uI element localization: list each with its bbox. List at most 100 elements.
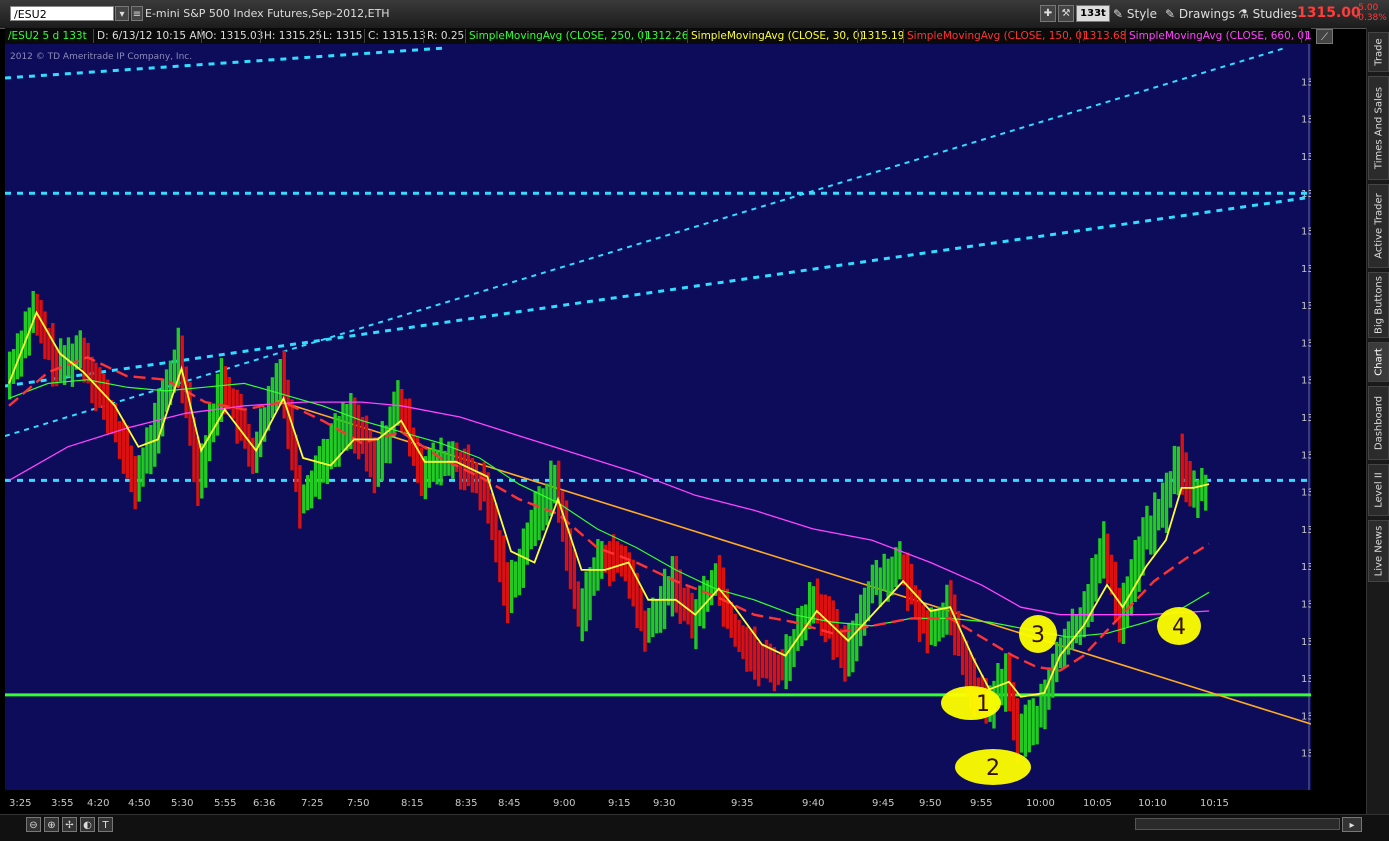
- bar-high: H: 1315.25: [260, 29, 322, 43]
- text-tool-icon[interactable]: T: [98, 817, 113, 832]
- style-icon: ✎: [1113, 7, 1127, 21]
- price-tick-label: 1321: [1301, 264, 1311, 275]
- price-tick-label: 1318: [1301, 376, 1311, 387]
- studies-menu[interactable]: ⚗ Studies: [1238, 5, 1297, 23]
- right-sidebar: Trade Times And Sales Active Trader Big …: [1366, 28, 1389, 840]
- time-tick-label: 9:45: [872, 798, 894, 809]
- time-tick-label: 5:30: [171, 798, 193, 809]
- study-label-sma660[interactable]: SimpleMovingAvg (CLOSE, 660, 0): [1125, 29, 1308, 43]
- study-value-sma30: 1315.19: [857, 29, 904, 43]
- annotation-label: 1: [976, 692, 990, 717]
- bottom-toolbar: ⊖ ⊕ ✢ ◐ T ▸: [0, 814, 1389, 841]
- annotation-label: 3: [1031, 623, 1045, 648]
- tab-times-and-sales[interactable]: Times And Sales: [1368, 76, 1389, 180]
- copyright-notice: 2012 © TD Ameritrade IP Company, Inc.: [10, 52, 193, 62]
- time-tick-label: 10:00: [1026, 798, 1055, 809]
- time-tick-label: 10:15: [1200, 798, 1229, 809]
- tab-big-buttons[interactable]: Big Buttons: [1368, 272, 1389, 338]
- style-menu[interactable]: ✎ Style: [1113, 5, 1157, 23]
- time-tick-label: 8:15: [401, 798, 423, 809]
- time-tick-label: 9:00: [553, 798, 575, 809]
- symbol-dropdown-button[interactable]: ▾: [115, 6, 129, 21]
- title-bar: /ESU2 ▾ ≡ E-mini S&P 500 Index Futures,S…: [0, 0, 1389, 29]
- chart-settings-icon[interactable]: ⟋: [1316, 29, 1333, 44]
- time-tick-label: 9:35: [731, 798, 753, 809]
- price-tick-label: 1316: [1301, 450, 1311, 461]
- studies-icon: ⚗: [1238, 7, 1253, 21]
- time-tick-label: 9:15: [608, 798, 630, 809]
- price-tick-label: 1308: [1301, 749, 1311, 760]
- bar-low: L: 1315: [319, 29, 364, 43]
- chart-plot-area: [5, 44, 1311, 790]
- study-value-sma150: 1313.68: [1079, 29, 1126, 43]
- drawing-tool-icon[interactable]: ◐: [80, 817, 95, 832]
- tab-active-trader[interactable]: Active Trader: [1368, 184, 1389, 268]
- time-tick-label: 8:35: [455, 798, 477, 809]
- price-tick-label: 1315: [1301, 488, 1311, 499]
- time-tick-label: 4:50: [128, 798, 150, 809]
- time-tick-label: 6:36: [253, 798, 275, 809]
- price-tick-label: 1317: [1301, 413, 1311, 424]
- percent-change: -0.38%: [1355, 13, 1387, 23]
- symbol-menu-button[interactable]: ≡: [131, 6, 143, 21]
- time-tick-label: 10:10: [1138, 798, 1167, 809]
- net-change: -5.00: [1355, 3, 1379, 13]
- price-tick-label: 1312: [1301, 600, 1311, 611]
- bar-close: C: 1315.13: [364, 29, 426, 43]
- bar-open: O: 1315.03: [201, 29, 263, 43]
- time-tick-label: 9:40: [802, 798, 824, 809]
- time-tick-label: 9:55: [970, 798, 992, 809]
- tab-chart[interactable]: Chart: [1368, 342, 1389, 382]
- zoom-in-icon[interactable]: ⊕: [44, 817, 59, 832]
- time-tick-label: 3:55: [51, 798, 73, 809]
- chart-info-bar: /ESU2 5 d 133t D: 6/13/12 10:15 AM O: 13…: [5, 28, 1311, 45]
- price-tick-label: 1325: [1301, 115, 1311, 126]
- study-label-sma150[interactable]: SimpleMovingAvg (CLOSE, 150, 0): [903, 29, 1086, 43]
- price-chart[interactable]: 1308130913101311131213131314131513161317…: [5, 44, 1311, 814]
- price-tick-label: 1324: [1301, 152, 1311, 163]
- bar-range: R: 0.25: [423, 29, 465, 43]
- tab-dashboard[interactable]: Dashboard: [1368, 386, 1389, 460]
- annotation-ellipse: [941, 686, 1001, 720]
- symbol-description: E-mini S&P 500 Index Futures,Sep-2012,ET…: [145, 7, 390, 20]
- price-tick-label: 1326: [1301, 77, 1311, 88]
- time-tick-label: 3:25: [9, 798, 31, 809]
- tab-trade[interactable]: Trade: [1368, 32, 1389, 72]
- price-tick-label: 1322: [1301, 227, 1311, 238]
- tab-live-news[interactable]: Live News: [1368, 520, 1389, 582]
- price-tick-label: 1313: [1301, 562, 1311, 573]
- study-label-sma30[interactable]: SimpleMovingAvg (CLOSE, 30, 0): [687, 29, 864, 43]
- study-value-sma250: 1312.26: [641, 29, 688, 43]
- cursor-icon[interactable]: ✢: [62, 817, 77, 832]
- price-tick-label: 1310: [1301, 674, 1311, 685]
- chart-expand-icon[interactable]: ▸: [1342, 817, 1362, 832]
- tick-aggregation-button[interactable]: 133t: [1076, 5, 1110, 22]
- symbol-input[interactable]: /ESU2: [10, 6, 114, 21]
- annotation-label: 4: [1172, 615, 1186, 640]
- zoom-out-icon[interactable]: ⊖: [26, 817, 41, 832]
- wrench-icon[interactable]: ⚒: [1058, 5, 1074, 22]
- drawings-icon: ✎: [1165, 7, 1179, 21]
- study-value-sma660: 1...: [1301, 29, 1311, 43]
- horizontal-scrollbar[interactable]: [1135, 818, 1340, 830]
- crosshair-icon[interactable]: ✚: [1040, 5, 1056, 22]
- time-tick-label: 8:45: [498, 798, 520, 809]
- time-tick-label: 4:20: [87, 798, 109, 809]
- price-tick-label: 1320: [1301, 301, 1311, 312]
- annotation-label: 2: [986, 756, 1000, 781]
- time-tick-label: 9:50: [919, 798, 941, 809]
- price-tick-label: 1311: [1301, 637, 1311, 648]
- time-tick-label: 7:50: [347, 798, 369, 809]
- tab-level-ii[interactable]: Level II: [1368, 464, 1389, 516]
- symbol-period: /ESU2 5 d 133t: [8, 30, 87, 42]
- time-tick-label: 10:05: [1083, 798, 1112, 809]
- time-tick-label: 7:25: [301, 798, 323, 809]
- drawings-menu[interactable]: ✎ Drawings: [1165, 5, 1235, 23]
- last-price: 1315.00: [1297, 5, 1361, 21]
- bar-date: D: 6/13/12 10:15 AM: [93, 29, 206, 43]
- price-tick-label: 1319: [1301, 338, 1311, 349]
- study-label-sma250[interactable]: SimpleMovingAvg (CLOSE, 250, 0): [465, 29, 648, 43]
- price-tick-label: 1314: [1301, 525, 1311, 536]
- time-tick-label: 9:30: [653, 798, 675, 809]
- time-tick-label: 5:55: [214, 798, 236, 809]
